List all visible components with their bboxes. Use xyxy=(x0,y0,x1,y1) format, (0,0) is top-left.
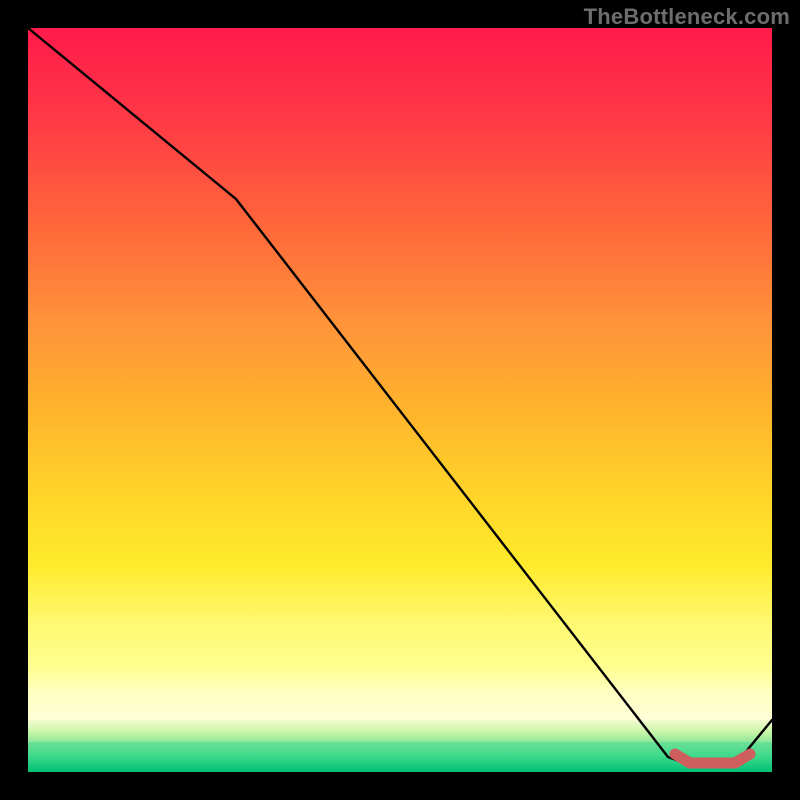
bottleneck-curve-line xyxy=(28,28,772,765)
chart-frame: TheBottleneck.com xyxy=(0,0,800,800)
watermark-text: TheBottleneck.com xyxy=(584,4,790,30)
optimal-zone-line xyxy=(675,754,750,763)
plot-area xyxy=(28,28,772,772)
line-overlay xyxy=(28,28,772,772)
